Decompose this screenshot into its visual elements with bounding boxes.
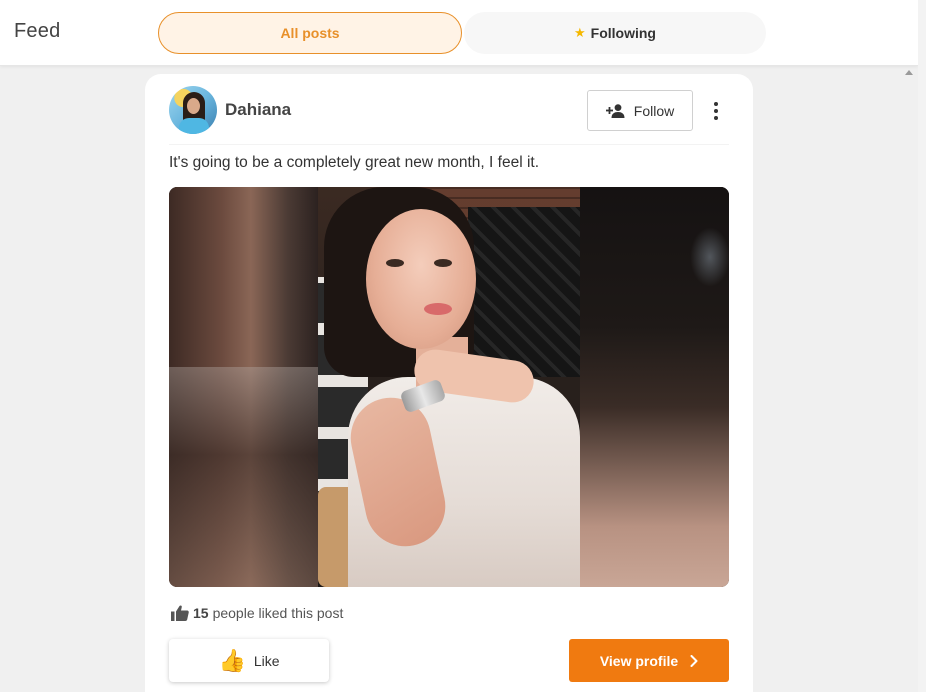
- top-bar: Feed All posts ★ Following: [0, 0, 918, 66]
- tab-all-posts[interactable]: All posts: [158, 12, 462, 54]
- view-profile-button[interactable]: View profile: [569, 639, 729, 682]
- more-options-icon[interactable]: [705, 96, 727, 126]
- follow-label: Follow: [633, 102, 675, 119]
- thumbs-up-icon: [171, 605, 189, 621]
- likes-text: people liked this post: [212, 605, 344, 621]
- tab-label: Following: [590, 25, 656, 41]
- author-name[interactable]: Dahiana: [225, 100, 291, 120]
- like-label: Like: [253, 652, 280, 669]
- add-person-icon: [605, 103, 625, 118]
- view-profile-label: View profile: [599, 652, 679, 669]
- scrollbar[interactable]: [918, 0, 926, 692]
- thumbs-up-icon: 👍: [218, 647, 246, 673]
- likes-count: 15: [193, 605, 209, 621]
- post-image[interactable]: [169, 187, 729, 587]
- avatar[interactable]: [169, 86, 217, 134]
- scroll-up-arrow-icon[interactable]: [905, 70, 913, 75]
- follow-button[interactable]: Follow: [587, 90, 693, 131]
- likes-summary: 15 people liked this post: [171, 605, 343, 621]
- like-button[interactable]: 👍 Like: [169, 639, 329, 682]
- divider: [169, 144, 729, 145]
- post-card: Dahiana Follow It's going to be a comple…: [145, 74, 753, 692]
- tab-label: All posts: [280, 25, 340, 41]
- chevron-right-icon: [690, 654, 698, 667]
- post-text: It's going to be a completely great new …: [169, 154, 539, 171]
- tab-following[interactable]: ★ Following: [464, 12, 766, 54]
- page-title: Feed: [14, 20, 61, 42]
- star-icon: ★: [574, 25, 586, 40]
